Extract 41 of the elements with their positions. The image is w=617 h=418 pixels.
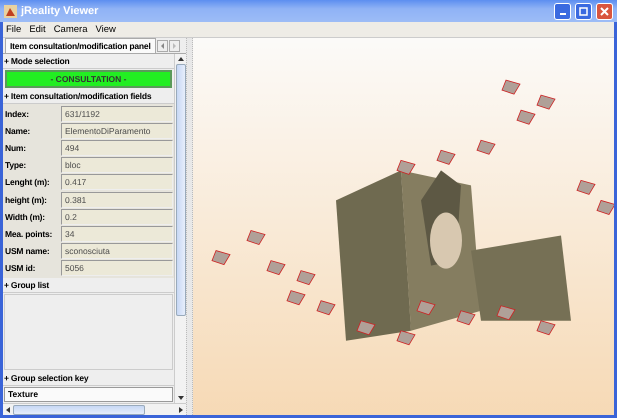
value-field[interactable]: 0.381: [61, 192, 173, 208]
section-header: + Group selection key: [3, 371, 174, 386]
field-label: USM name:: [4, 246, 50, 256]
value-field[interactable]: sconosciuta: [61, 243, 173, 260]
value-field[interactable]: 631/1192: [61, 106, 173, 122]
menu-item[interactable]: Camera: [54, 24, 88, 35]
field-label: Name:: [4, 126, 31, 136]
close-button[interactable]: [596, 2, 613, 20]
value-field[interactable]: 0.2: [61, 208, 173, 225]
value-field[interactable]: ElementoDiParamento: [61, 122, 173, 139]
panel-tab[interactable]: Item consultation/modification panel: [5, 38, 156, 53]
field-label: Type:: [4, 160, 28, 170]
field-label: Mea. points:: [4, 228, 54, 239]
maximize-icon: [579, 6, 588, 16]
minimize-button[interactable]: [554, 2, 571, 20]
field-label: USM id:: [4, 263, 36, 274]
section-header: + Mode selection: [3, 54, 174, 69]
value-field[interactable]: 5056: [61, 260, 173, 276]
value-field[interactable]: 0.417: [61, 174, 173, 190]
menu-item[interactable]: File: [6, 24, 22, 35]
close-icon: [600, 6, 609, 16]
value-field[interactable]: 494: [61, 140, 173, 156]
section-header: + Group list: [3, 278, 174, 293]
value-field[interactable]: 34: [61, 226, 173, 242]
menu-item[interactable]: View: [95, 24, 116, 35]
vertical-scrollbar[interactable]: [174, 54, 186, 403]
field-label: Num:: [4, 142, 27, 153]
mode-button[interactable]: - CONSULTATION -: [5, 70, 172, 88]
field-label: Width (m):: [4, 212, 46, 222]
scroll-thumb[interactable]: [176, 64, 186, 316]
horizontal-scrollbar[interactable]: [3, 403, 186, 415]
field-label: Lenght (m):: [4, 177, 51, 188]
group-key-dropdown[interactable]: Texture: [4, 387, 173, 402]
value-field[interactable]: bloc: [61, 157, 173, 174]
app-icon: [4, 4, 17, 18]
window-title: jReality Viewer: [21, 5, 98, 17]
maximize-button[interactable]: [575, 2, 592, 20]
field-label: Index:: [4, 108, 30, 119]
menu-item[interactable]: Edit: [29, 24, 46, 35]
scroll-thumb[interactable]: [13, 404, 145, 414]
field-label: height (m):: [4, 194, 48, 205]
